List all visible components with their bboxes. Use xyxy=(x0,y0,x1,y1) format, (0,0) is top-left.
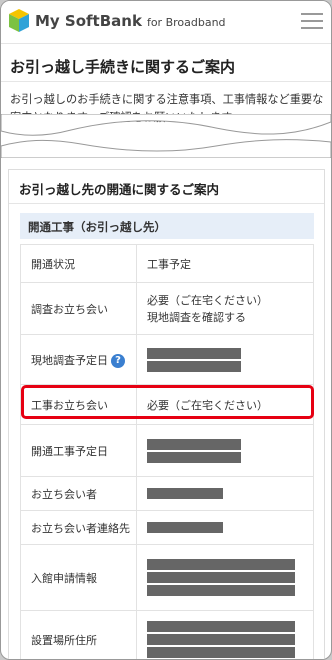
table-row: お立ち会い者連絡先 xyxy=(20,510,314,545)
site-survey-link[interactable]: 現地調査を確認する xyxy=(147,309,313,326)
redacted-bar xyxy=(147,360,241,372)
row-label-text: 現地調査予定日 xyxy=(31,353,108,367)
section-header: 開通工事（お引っ越し先） xyxy=(20,213,314,239)
row-label: 入館申請情報 xyxy=(20,544,137,611)
redacted-bar xyxy=(147,488,223,499)
divider xyxy=(9,203,324,204)
hamburger-menu-icon[interactable] xyxy=(301,13,323,31)
row-value xyxy=(136,510,314,545)
row-label: 設置場所住所 xyxy=(20,610,137,659)
table-row: お立ち会い者 xyxy=(20,476,314,511)
row-value xyxy=(136,334,314,385)
redacted-bar xyxy=(147,621,295,632)
row-value: 工事予定 xyxy=(136,244,314,283)
highlight-box xyxy=(21,385,314,419)
table-row: 入館申請情報 xyxy=(20,544,314,611)
row-value-line: 必要（ご在宅ください） xyxy=(147,293,268,307)
table-row: 開通工事予定日 xyxy=(20,424,314,477)
table-row: 開通状況 工事予定 xyxy=(20,244,314,283)
redacted-bar xyxy=(147,572,295,583)
info-table: 開通状況 工事予定 調査お立ち会い 必要（ご在宅ください） 現地調査を確認する … xyxy=(20,244,314,659)
redacted-bar xyxy=(147,634,295,645)
row-label: 現地調査予定日? xyxy=(20,334,137,385)
redacted-bar xyxy=(147,347,241,359)
app-header: My SoftBank for Broadband xyxy=(1,1,331,44)
screen-frame: My SoftBank for Broadband お引っ越し手続きに関するご案内… xyxy=(0,0,332,660)
brand-name: My SoftBank xyxy=(35,12,142,30)
page-title: お引っ越し手続きに関するご案内 xyxy=(10,58,236,76)
card-title: お引っ越し先の開通に関するご案内 xyxy=(19,182,220,197)
row-value: 必要（ご在宅ください） 現地調査を確認する xyxy=(136,282,314,335)
brand-subtitle: for Broadband xyxy=(146,16,226,29)
redacted-bar xyxy=(147,438,241,450)
row-label: お立ち会い者連絡先 xyxy=(20,510,137,545)
redacted-bar xyxy=(147,647,295,658)
table-row: 設置場所住所 xyxy=(20,610,314,659)
redacted-bar xyxy=(147,559,295,570)
row-value xyxy=(136,424,314,477)
row-label: 開通工事予定日 xyxy=(20,424,137,477)
help-icon[interactable]: ? xyxy=(111,353,125,368)
torn-edge-divider xyxy=(1,114,331,158)
row-value xyxy=(136,610,314,659)
brand-logo-text: My SoftBank for Broadband xyxy=(35,12,226,30)
row-value xyxy=(136,544,314,611)
table-row: 調査お立ち会い 必要（ご在宅ください） 現地調査を確認する xyxy=(20,282,314,335)
section-title: 開通工事（お引っ越し先） xyxy=(28,220,166,234)
redacted-bar xyxy=(147,451,241,463)
row-label: 開通状況 xyxy=(20,244,137,283)
row-value xyxy=(136,476,314,511)
redacted-bar xyxy=(147,522,223,533)
table-row: 現地調査予定日? xyxy=(20,334,314,385)
row-label: 調査お立ち会い xyxy=(20,282,137,335)
row-label: お立ち会い者 xyxy=(20,476,137,511)
divider xyxy=(1,81,331,82)
softbank-logo-icon xyxy=(9,9,29,32)
redacted-bar xyxy=(147,585,295,596)
